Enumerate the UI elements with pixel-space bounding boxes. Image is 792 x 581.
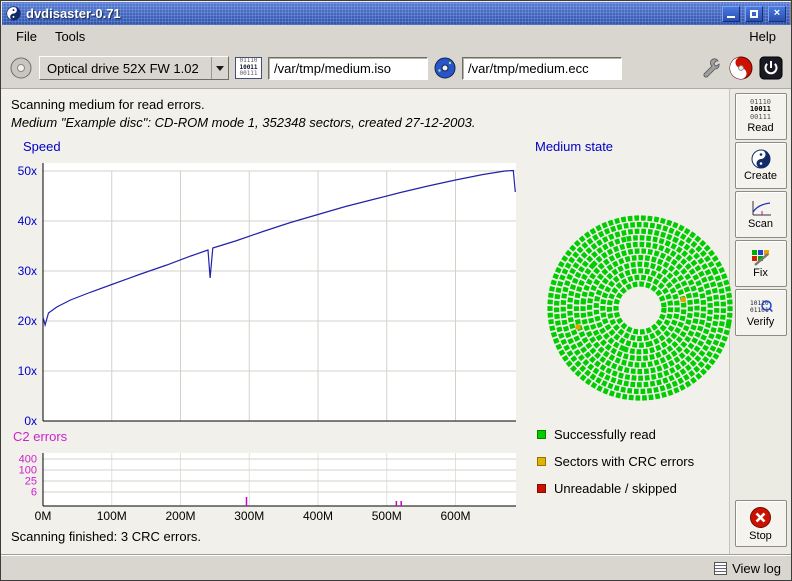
- toolbar: Optical drive 52X FW 1.02 01110 10011 00…: [1, 48, 791, 89]
- minimize-button[interactable]: [722, 6, 740, 22]
- x-axis-tick-label: 0M: [23, 509, 63, 523]
- read-binary-icon: 01110 10011 00111: [750, 99, 771, 121]
- view-log-label: View log: [732, 561, 781, 576]
- scan-chart-icon: [750, 200, 772, 217]
- drive-select-value: Optical drive 52X FW 1.02: [40, 61, 211, 76]
- verify-button[interactable]: 10110 01101 Verify: [735, 289, 787, 336]
- preferences-button[interactable]: [699, 56, 723, 80]
- fix-button[interactable]: Fix: [735, 240, 787, 287]
- action-sidebar: 01110 10011 00111 Read Create: [729, 89, 791, 555]
- about-button[interactable]: [729, 56, 753, 80]
- x-axis-tick-label: 100M: [92, 509, 132, 523]
- svg-text:50x: 50x: [18, 164, 37, 178]
- app-window: dvdisaster-0.71 × File Tools Help Optica…: [0, 0, 792, 581]
- maximize-button[interactable]: [745, 6, 763, 22]
- drive-disc-icon: [9, 56, 33, 80]
- ecc-path-input[interactable]: [462, 57, 622, 80]
- status-line-2: Medium "Example disc": CD-ROM mode 1, 35…: [11, 114, 719, 132]
- stop-button[interactable]: Stop: [735, 500, 787, 547]
- svg-text:40x: 40x: [18, 214, 37, 228]
- window-title: dvdisaster-0.71: [26, 6, 121, 21]
- svg-text:20x: 20x: [18, 314, 37, 328]
- scan-button[interactable]: Scan: [735, 191, 787, 238]
- x-axis-tick-label: 200M: [161, 509, 201, 523]
- yin-yang-icon: [751, 149, 771, 169]
- status-line-1: Scanning medium for read errors.: [11, 96, 719, 114]
- menu-tools[interactable]: Tools: [46, 27, 94, 46]
- create-button[interactable]: Create: [735, 142, 787, 189]
- c2-errors-chart: 400100256: [5, 441, 527, 511]
- x-axis-tick-label: 400M: [298, 509, 338, 523]
- x-axis-tick-label: 300M: [229, 509, 269, 523]
- combobox-arrow-button[interactable]: [211, 57, 228, 79]
- menu-help[interactable]: Help: [740, 27, 785, 46]
- maximize-icon: [750, 10, 758, 18]
- menu-file[interactable]: File: [7, 27, 46, 46]
- scan-result-text: Scanning finished: 3 CRC errors.: [11, 529, 201, 544]
- minimize-icon: [727, 16, 735, 18]
- svg-text:0x: 0x: [24, 414, 37, 428]
- power-icon: [759, 56, 783, 80]
- wrench-icon: [699, 56, 723, 80]
- crc-color-swatch: [537, 457, 546, 466]
- main-panel: Scanning medium for read errors. Medium …: [1, 89, 729, 555]
- svg-text:10x: 10x: [18, 364, 37, 378]
- medium-state-legend: Successfully read Sectors with CRC error…: [537, 427, 694, 496]
- x-axis-labels: 0M 100M 200M 300M 400M 500M 600M: [1, 509, 531, 525]
- iso-image-icon: 01110 10011 00111: [235, 57, 262, 79]
- iso-path-input[interactable]: [268, 57, 428, 80]
- medium-state-title: Medium state: [535, 139, 613, 154]
- close-icon: ×: [774, 8, 780, 19]
- quit-button[interactable]: [759, 56, 783, 80]
- app-icon: [6, 6, 21, 21]
- stop-icon: [749, 506, 772, 529]
- log-icon: [714, 562, 727, 575]
- legend-item-success: Successfully read: [537, 427, 694, 442]
- chevron-down-icon: [216, 66, 224, 75]
- titlebar[interactable]: dvdisaster-0.71 ×: [2, 2, 790, 25]
- menubar: File Tools Help: [1, 25, 791, 48]
- close-button[interactable]: ×: [768, 6, 786, 22]
- medium-state-disc: [545, 213, 735, 403]
- drive-button[interactable]: [9, 56, 33, 80]
- status-message: Scanning medium for read errors. Medium …: [1, 89, 729, 132]
- svg-text:30x: 30x: [18, 264, 37, 278]
- dvdisaster-logo-icon: [729, 56, 753, 80]
- content-area: Scanning medium for read errors. Medium …: [1, 89, 791, 555]
- drive-select-combobox[interactable]: Optical drive 52X FW 1.02: [39, 56, 229, 80]
- read-button[interactable]: 01110 10011 00111 Read: [735, 93, 787, 140]
- fix-tools-icon: [751, 249, 771, 266]
- unreadable-color-swatch: [537, 484, 546, 493]
- svg-text:6: 6: [31, 487, 37, 499]
- speed-chart-title: Speed: [23, 139, 61, 154]
- x-axis-tick-label: 500M: [367, 509, 407, 523]
- ecc-file-icon: [434, 57, 456, 79]
- view-log-button[interactable]: View log: [714, 561, 781, 576]
- verify-icon: 10110 01101: [749, 298, 773, 315]
- legend-item-crc: Sectors with CRC errors: [537, 454, 694, 469]
- statusbar: View log: [1, 555, 791, 580]
- x-axis-tick-label: 600M: [436, 509, 476, 523]
- speed-chart: 0x 10x 20x 30x 40x 50x: [5, 155, 527, 429]
- legend-item-unreadable: Unreadable / skipped: [537, 481, 694, 496]
- success-color-swatch: [537, 430, 546, 439]
